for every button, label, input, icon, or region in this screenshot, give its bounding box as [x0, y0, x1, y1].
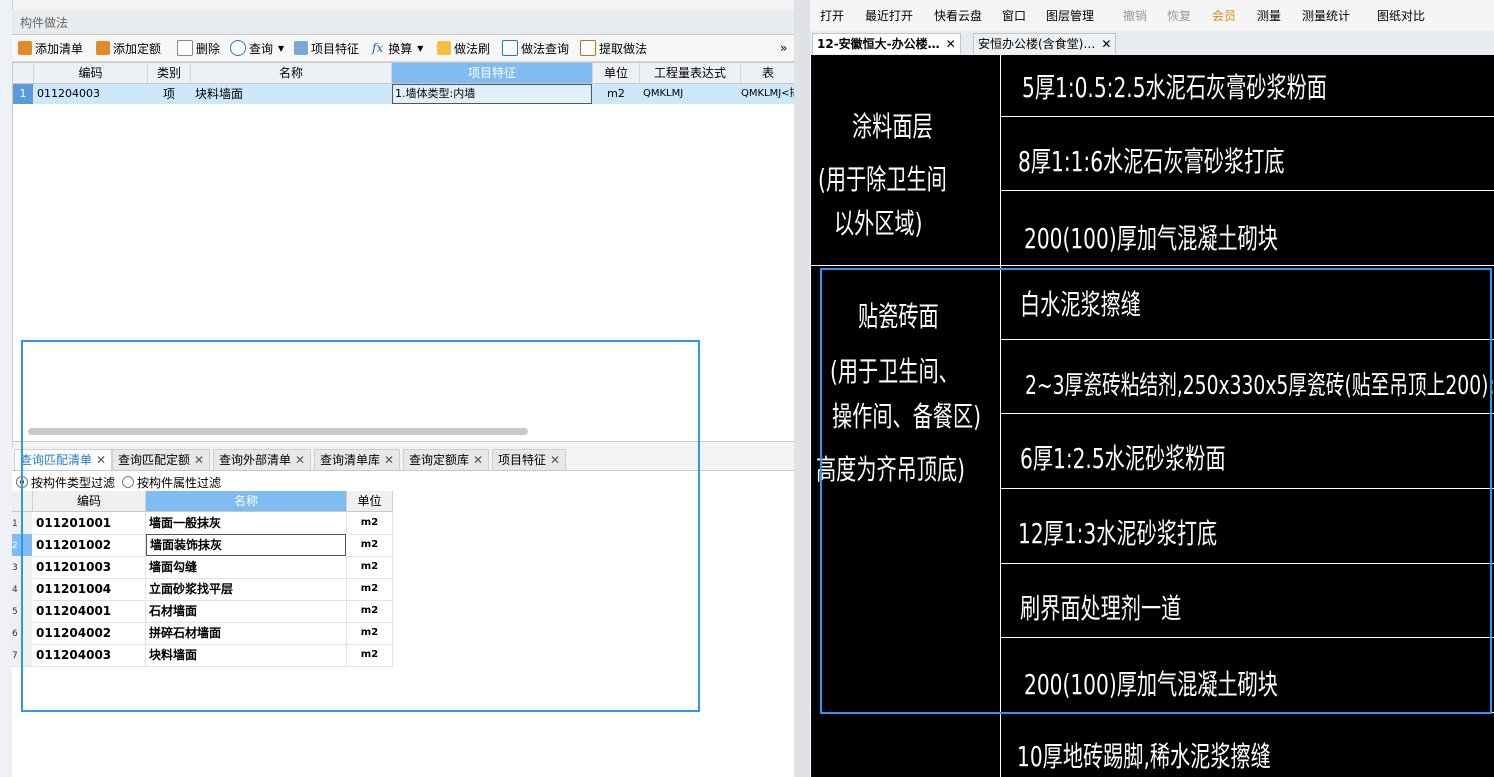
col-name[interactable]: 名称	[191, 63, 392, 83]
member-button[interactable]: 会员	[1212, 7, 1236, 24]
convert-button[interactable]: fx 换算 ▼	[372, 39, 423, 57]
layer-manager-button[interactable]: 图层管理	[1046, 7, 1094, 24]
delete-button[interactable]: 删除	[177, 39, 220, 57]
row-expression-desc[interactable]: QMKLMJ<描	[741, 84, 796, 104]
chevron-down-icon: ▼	[417, 43, 424, 53]
delete-icon	[177, 40, 193, 56]
method-query-button[interactable]: 做法查询	[502, 39, 569, 57]
add-quota-icon	[96, 41, 110, 55]
group1-note: (用于除卫生间	[818, 163, 947, 196]
chevron-down-icon: ▼	[278, 43, 285, 53]
layer-text: 5厚1:0.5:2.5水泥石灰膏砂浆粉面	[1022, 71, 1327, 104]
add-quota-button[interactable]: 添加定额	[96, 39, 161, 57]
item-feature-button[interactable]: 项目特征	[294, 39, 359, 57]
layer-text: 8厚1:1:6水泥石灰膏砂浆打底	[1018, 145, 1285, 178]
row-type[interactable]: 项	[148, 84, 191, 104]
fx-icon: fx	[372, 41, 384, 55]
search-icon	[230, 40, 246, 56]
panel-splitter[interactable]	[794, 0, 810, 777]
undo-button[interactable]: 撤销	[1123, 7, 1147, 24]
table-row[interactable]: 1 011204003 项 块料墙面 1.墙体类型:内墙 m2 QMKLMJ Q…	[13, 84, 796, 104]
redo-button[interactable]: 恢复	[1167, 7, 1191, 24]
panel-title: 构件做法	[20, 16, 69, 30]
recent-open-button[interactable]: 最近打开	[865, 7, 913, 24]
row-code[interactable]: 011204003	[34, 84, 151, 104]
row-line	[1000, 190, 1494, 191]
toolbar-overflow-button[interactable]: »	[780, 39, 787, 57]
row-line	[810, 265, 1494, 266]
method-brush-button[interactable]: 做法刷	[437, 39, 490, 57]
compare-drawings-button[interactable]: 图纸对比	[1377, 7, 1425, 24]
panel-header: 构件做法	[12, 10, 794, 35]
highlight-box	[21, 340, 700, 712]
col-feature[interactable]: 项目特征	[392, 63, 593, 83]
extract-method-button[interactable]: 提取做法	[580, 39, 647, 57]
add-list-button[interactable]: 添加清单	[18, 39, 83, 57]
cloud-disk-button[interactable]: 快看云盘	[934, 7, 982, 24]
group1-title: 涂料面层	[852, 110, 933, 143]
col-code[interactable]: 编码	[34, 63, 148, 83]
method-query-icon	[502, 40, 518, 56]
col-unit[interactable]: 单位	[593, 63, 640, 83]
row-expression[interactable]: QMKLMJ	[640, 84, 741, 104]
row-unit[interactable]: m2	[593, 84, 640, 104]
layer-text: 10厚地砖踢脚,稀水泥浆擦缝	[1017, 740, 1271, 773]
highlight-box	[820, 268, 1492, 714]
col-type[interactable]: 类别	[148, 63, 191, 83]
window-menu[interactable]: 窗口	[1002, 7, 1026, 24]
extract-icon	[580, 40, 596, 56]
row-feature-cell[interactable]: 1.墙体类型:内墙	[392, 84, 592, 104]
close-icon[interactable]: ✕	[946, 37, 956, 51]
brush-icon	[437, 41, 451, 55]
open-button[interactable]: 打开	[820, 7, 844, 24]
col-expression[interactable]: 工程量表达式	[640, 63, 741, 83]
drawing-toolbar: 打开 最近打开 快看云盘 窗口 图层管理 撤销 恢复 会员 测量 测量统计 图纸…	[810, 0, 1494, 32]
measure-stats-button[interactable]: 测量统计	[1302, 7, 1350, 24]
query-button[interactable]: 查询 ▼	[230, 39, 284, 57]
table-border-line	[810, 55, 811, 777]
close-icon[interactable]: ✕	[1101, 37, 1111, 51]
row-line	[1000, 116, 1494, 117]
layer-text: 200(100)厚加气混凝土砌块	[1024, 222, 1278, 255]
add-list-icon	[18, 41, 32, 55]
group1-note: 以外区域)	[834, 207, 923, 240]
tab-drawing-2[interactable]: 安恒办公楼(含食堂)… ✕	[973, 33, 1117, 54]
method-toolbar: 添加清单 添加定额 删除 查询 ▼ 项目特征 fx 换算 ▼ 做法刷 做法查询 提取做…	[12, 35, 794, 62]
feature-icon	[294, 41, 308, 55]
tab-drawing-1[interactable]: 12-安徽恒大-办公楼… ✕	[812, 33, 961, 54]
measure-button[interactable]: 测量	[1257, 7, 1281, 24]
col-expression-desc[interactable]: 表	[741, 63, 796, 83]
row-name[interactable]: 块料墙面	[191, 84, 392, 104]
drawing-tabs: 12-安徽恒大-办公楼… ✕ 安恒办公楼(含食堂)… ✕	[810, 31, 1494, 56]
method-grid-header: 编码 类别 名称 项目特征 单位 工程量表达式 表	[13, 63, 796, 84]
